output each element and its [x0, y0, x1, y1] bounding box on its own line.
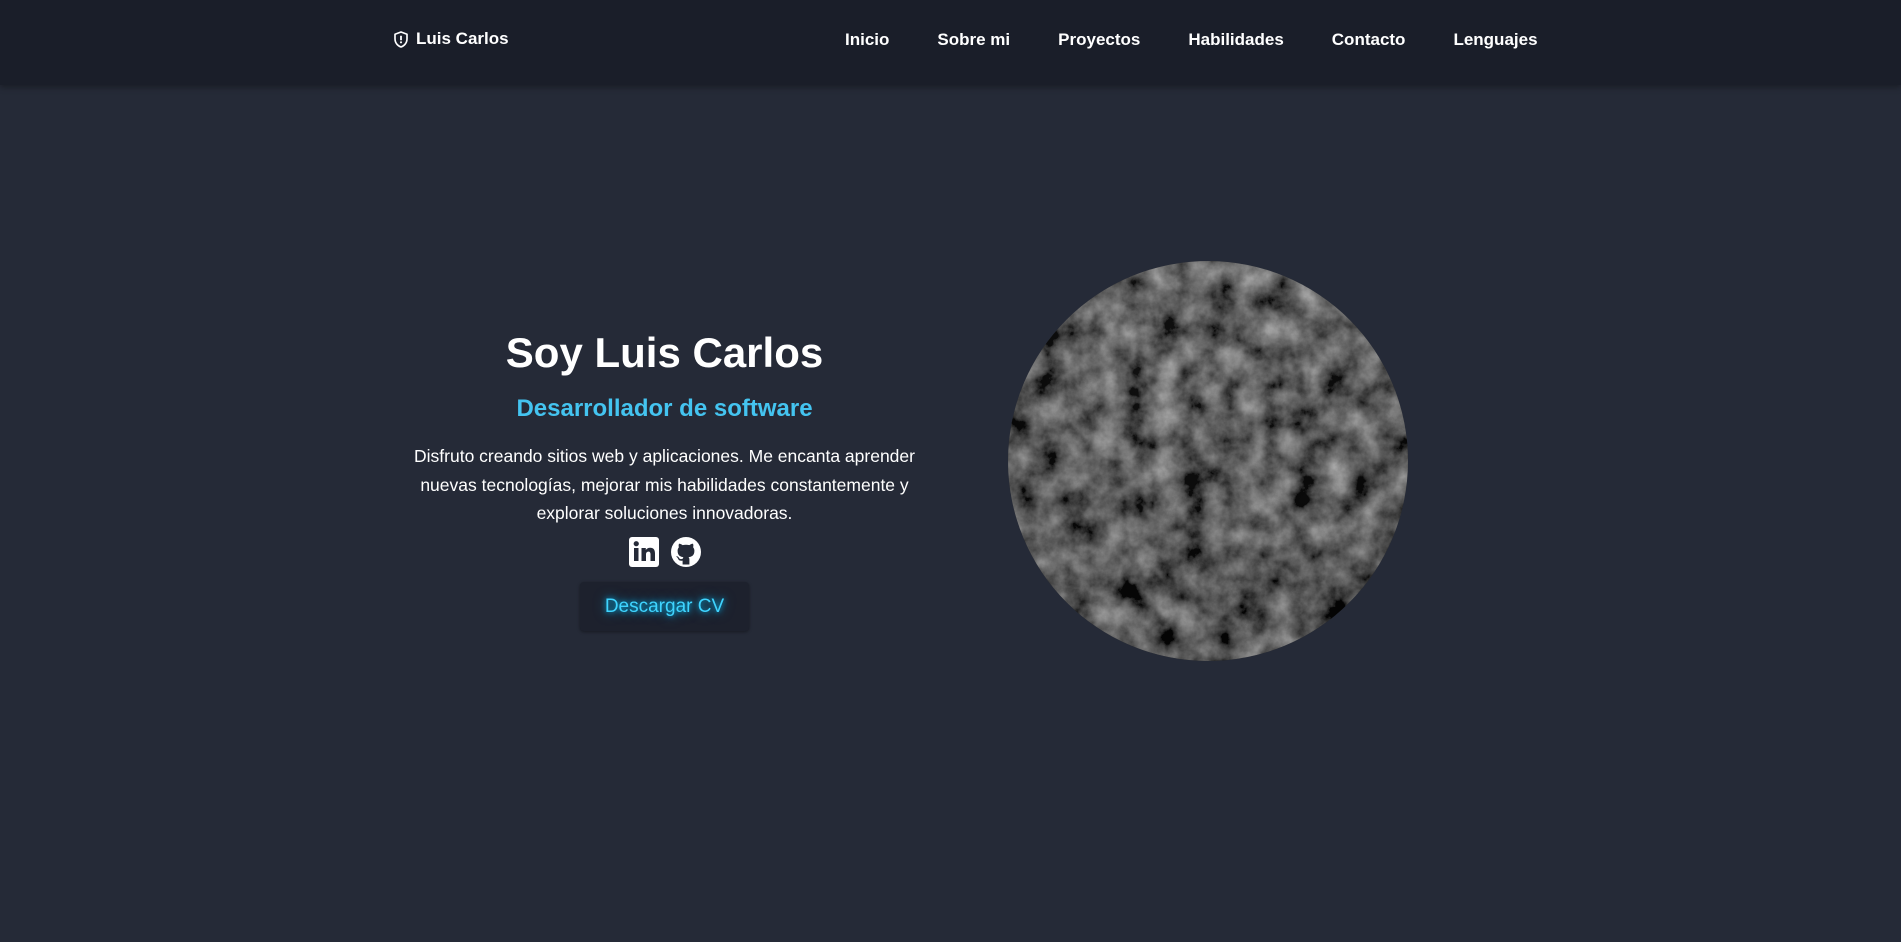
hero-section: Soy Luis Carlos Desarrollador de softwar… — [392, 320, 937, 631]
hero-title: Soy Luis Carlos — [505, 329, 824, 376]
profile-image — [1008, 261, 1408, 661]
linkedin-link[interactable] — [628, 536, 660, 568]
nav-link-inicio[interactable]: Inicio — [845, 30, 889, 50]
nav-link-habilidades[interactable]: Habilidades — [1188, 30, 1283, 50]
hero-subtitle: Desarrollador de software — [516, 395, 813, 422]
brand-name: Luis Carlos — [416, 29, 509, 48]
nav-link-proyectos[interactable]: Proyectos — [1058, 30, 1140, 50]
navbar: Luis Carlos Inicio Sobre mi Proyectos Ha… — [0, 0, 1901, 85]
github-icon — [670, 536, 701, 567]
nav-link-lenguajes[interactable]: Lenguajes — [1453, 30, 1537, 50]
hero-description: Disfruto creando sitios web y aplicacion… — [414, 446, 915, 523]
download-cv-button[interactable]: Descargar CV — [580, 581, 749, 631]
nav-link-contacto[interactable]: Contacto — [1332, 30, 1406, 50]
shield-icon — [394, 30, 408, 48]
brand-link[interactable]: Luis Carlos — [392, 29, 509, 49]
nav-link-sobre-mi[interactable]: Sobre mi — [937, 30, 1010, 50]
nav-menu: Inicio Sobre mi Proyectos Habilidades Co… — [845, 30, 1538, 50]
social-links — [392, 536, 937, 568]
rock-texture-image — [1008, 261, 1408, 661]
github-link[interactable] — [670, 536, 702, 568]
linkedin-icon — [628, 536, 659, 567]
